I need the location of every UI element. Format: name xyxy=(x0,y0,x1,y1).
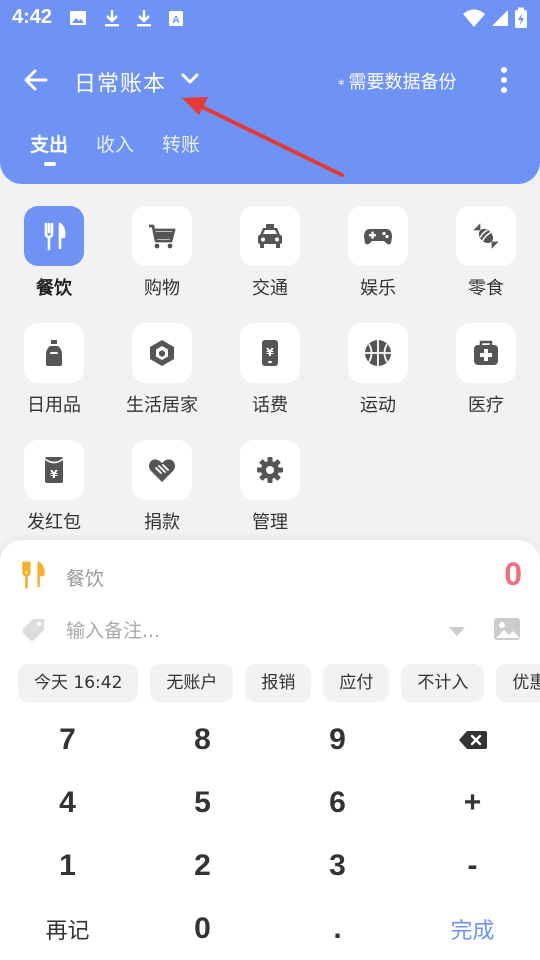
key-dot[interactable]: . xyxy=(270,897,405,960)
key-0[interactable]: 0 xyxy=(135,897,270,960)
status-time: 4:42 xyxy=(12,6,53,28)
chip-account[interactable]: 无账户 xyxy=(150,664,234,702)
image-icon[interactable] xyxy=(492,614,522,644)
note-input[interactable] xyxy=(66,614,426,648)
tab-income[interactable]: 收入 xyxy=(96,130,134,157)
gear-icon xyxy=(257,457,283,483)
category-household[interactable]: 生活居家 xyxy=(108,323,216,433)
note-row xyxy=(0,610,540,654)
image-icon xyxy=(68,8,88,28)
done-button[interactable]: 完成 xyxy=(405,897,540,960)
status-bar: 4:42 A xyxy=(0,0,540,36)
amount-display: 0 xyxy=(504,556,522,592)
book-selector[interactable]: 日常账本 xyxy=(74,66,166,98)
category-red-envelope[interactable]: ¥ 发红包 xyxy=(0,440,108,550)
font-icon: A xyxy=(166,8,186,28)
key-plus[interactable]: + xyxy=(405,771,540,834)
svg-text:¥: ¥ xyxy=(266,346,274,359)
key-backspace[interactable] xyxy=(405,708,540,771)
gamepad-icon xyxy=(364,229,392,245)
key-6[interactable]: 6 xyxy=(270,771,405,834)
svg-text:¥: ¥ xyxy=(50,468,58,481)
option-chips: 今天 16:42 无账户 报销 应付 不计入 优惠 xyxy=(18,664,540,704)
tab-expense[interactable]: 支出 xyxy=(30,130,68,157)
cart-icon xyxy=(149,224,176,249)
key-9[interactable]: 9 xyxy=(270,708,405,771)
utensils-icon xyxy=(22,561,45,589)
phone-bill-icon: ¥ xyxy=(262,340,278,366)
tab-transfer[interactable]: 转账 xyxy=(162,130,200,157)
medkit-icon xyxy=(474,340,498,365)
key-4[interactable]: 4 xyxy=(0,771,135,834)
key-7[interactable]: 7 xyxy=(0,708,135,771)
category-donation[interactable]: 捐款 xyxy=(108,440,216,550)
download-icon xyxy=(102,8,122,28)
key-8[interactable]: 8 xyxy=(135,708,270,771)
again-button[interactable]: 再记 xyxy=(0,897,135,960)
wifi-icon xyxy=(462,8,486,28)
signal-icon xyxy=(490,8,510,28)
basketball-icon xyxy=(365,340,391,366)
category-daily-goods[interactable]: 日用品 xyxy=(0,323,108,433)
backspace-icon xyxy=(458,730,487,749)
entry-sheet: 餐饮 0 今天 16:42 无账户报销应付不计入优惠 7 8 9 4 5 6 + … xyxy=(0,540,540,960)
download-icon xyxy=(134,8,154,28)
key-2[interactable]: 2 xyxy=(135,834,270,897)
red-envelope-icon: ¥ xyxy=(44,457,64,483)
type-tabs: 支出 收入 转账 xyxy=(0,130,540,170)
category-snacks[interactable]: 零食 xyxy=(432,206,540,316)
battery-charging-icon xyxy=(514,7,528,28)
category-medical[interactable]: 医疗 xyxy=(432,323,540,433)
asterisk-icon: ⁎ xyxy=(338,73,345,89)
category-entertainment[interactable]: 娱乐 xyxy=(324,206,432,316)
svg-text:A: A xyxy=(172,15,179,26)
key-3[interactable]: 3 xyxy=(270,834,405,897)
toolbar: 日常账本 ⁎ 需要数据备份 xyxy=(0,52,540,108)
more-vertical-icon[interactable] xyxy=(492,64,516,96)
key-minus[interactable]: - xyxy=(405,834,540,897)
arrow-left-icon xyxy=(24,69,48,91)
chip-reimburse[interactable]: 报销 xyxy=(245,664,312,702)
candy-icon xyxy=(473,223,499,249)
utensils-icon xyxy=(44,222,66,251)
category-shopping[interactable]: 购物 xyxy=(108,206,216,316)
category-manage[interactable]: 管理 xyxy=(216,440,324,550)
key-5[interactable]: 5 xyxy=(135,771,270,834)
backup-reminder[interactable]: ⁎ 需要数据备份 xyxy=(338,68,457,94)
taxi-icon xyxy=(258,224,282,248)
category-dining[interactable]: 餐饮 xyxy=(0,206,108,316)
category-transport[interactable]: 交通 xyxy=(216,206,324,316)
chip-exclude[interactable]: 不计入 xyxy=(401,664,485,702)
amount-row: 餐饮 0 xyxy=(0,556,540,600)
chip-date[interactable]: 今天 16:42 xyxy=(18,664,139,702)
back-button[interactable] xyxy=(18,62,54,98)
header: 4:42 A 日常账本 ⁎ 需要数据备份 支出 收入 转账 xyxy=(0,0,540,184)
chip-discount[interactable]: 优惠 xyxy=(496,664,540,702)
donate-heart-icon xyxy=(149,459,175,482)
caret-down-icon[interactable] xyxy=(446,620,468,642)
backup-label: 需要数据备份 xyxy=(348,72,457,93)
tab-indicator xyxy=(44,162,56,166)
category-phone-bill[interactable]: ¥ 话费 xyxy=(216,323,324,433)
selected-category-name: 餐饮 xyxy=(66,568,105,590)
chevron-down-icon[interactable] xyxy=(178,66,202,90)
category-sports[interactable]: 运动 xyxy=(324,323,432,433)
key-1[interactable]: 1 xyxy=(0,834,135,897)
chip-payable[interactable]: 应付 xyxy=(323,664,390,702)
keypad: 7 8 9 4 5 6 + 1 2 3 - 再记 0 . 完成 xyxy=(0,708,540,960)
cube-icon xyxy=(150,340,174,366)
tag-icon xyxy=(22,619,44,641)
bottle-icon xyxy=(46,340,62,366)
